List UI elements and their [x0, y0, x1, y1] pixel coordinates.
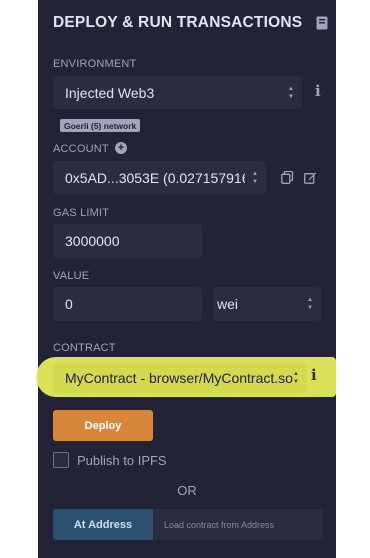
load-address-input[interactable] [153, 509, 323, 540]
value-unit-select[interactable]: wei ▲ ▼ [213, 287, 321, 321]
or-divider: OR [177, 483, 197, 498]
select-arrows-icon: ▲ ▼ [288, 85, 294, 100]
contract-select[interactable]: MyContract - browser/MyContract.sol ▲ ▼ [53, 363, 307, 393]
plus-circle-icon[interactable]: + [115, 142, 127, 154]
value-label: VALUE [53, 270, 90, 282]
deploy-run-panel: DEPLOY & RUN TRANSACTIONS ENVIRONMENT In… [38, 0, 336, 558]
panel-title: DEPLOY & RUN TRANSACTIONS [53, 14, 303, 31]
edit-icon[interactable] [304, 171, 317, 184]
select-arrows-icon: ▲ ▼ [307, 297, 313, 311]
gas-limit-value: 3000000 [65, 233, 120, 249]
deploy-button[interactable]: Deploy [53, 410, 153, 441]
value-unit: wei [217, 296, 239, 312]
value-amount: 0 [65, 296, 73, 312]
gas-limit-input[interactable]: 3000000 [53, 224, 202, 258]
network-badge: Goerli (5) network [60, 119, 141, 132]
environment-value: Injected Web3 [65, 84, 155, 101]
contract-value: MyContract - browser/MyContract.sol [65, 370, 293, 386]
value-input[interactable]: 0 [53, 287, 202, 321]
panel-header: DEPLOY & RUN TRANSACTIONS [53, 12, 328, 34]
info-icon[interactable]: i [315, 82, 321, 100]
environment-label: ENVIRONMENT [53, 58, 137, 70]
contract-label: CONTRACT [53, 342, 116, 354]
account-value: 0x5AD...3053E (0.0271579162... [65, 169, 245, 186]
gas-limit-label: GAS LIMIT [53, 207, 110, 219]
book-icon[interactable] [316, 16, 328, 30]
contract-info-icon[interactable]: i [311, 366, 317, 384]
select-arrows-icon: ▲ ▼ [293, 371, 299, 385]
publish-ipfs-checkbox[interactable] [53, 452, 69, 468]
account-label: ACCOUNT [53, 143, 109, 155]
copy-icon[interactable] [281, 170, 294, 184]
environment-select[interactable]: Injected Web3 ▲ ▼ [53, 76, 302, 109]
account-select[interactable]: 0x5AD...3053E (0.0271579162... ▲▼ [53, 161, 266, 194]
publish-ipfs-label: Publish to IPFS [77, 453, 167, 468]
at-address-button[interactable]: At Address [53, 509, 153, 540]
select-arrows-icon: ▲ ▼ [252, 170, 258, 185]
